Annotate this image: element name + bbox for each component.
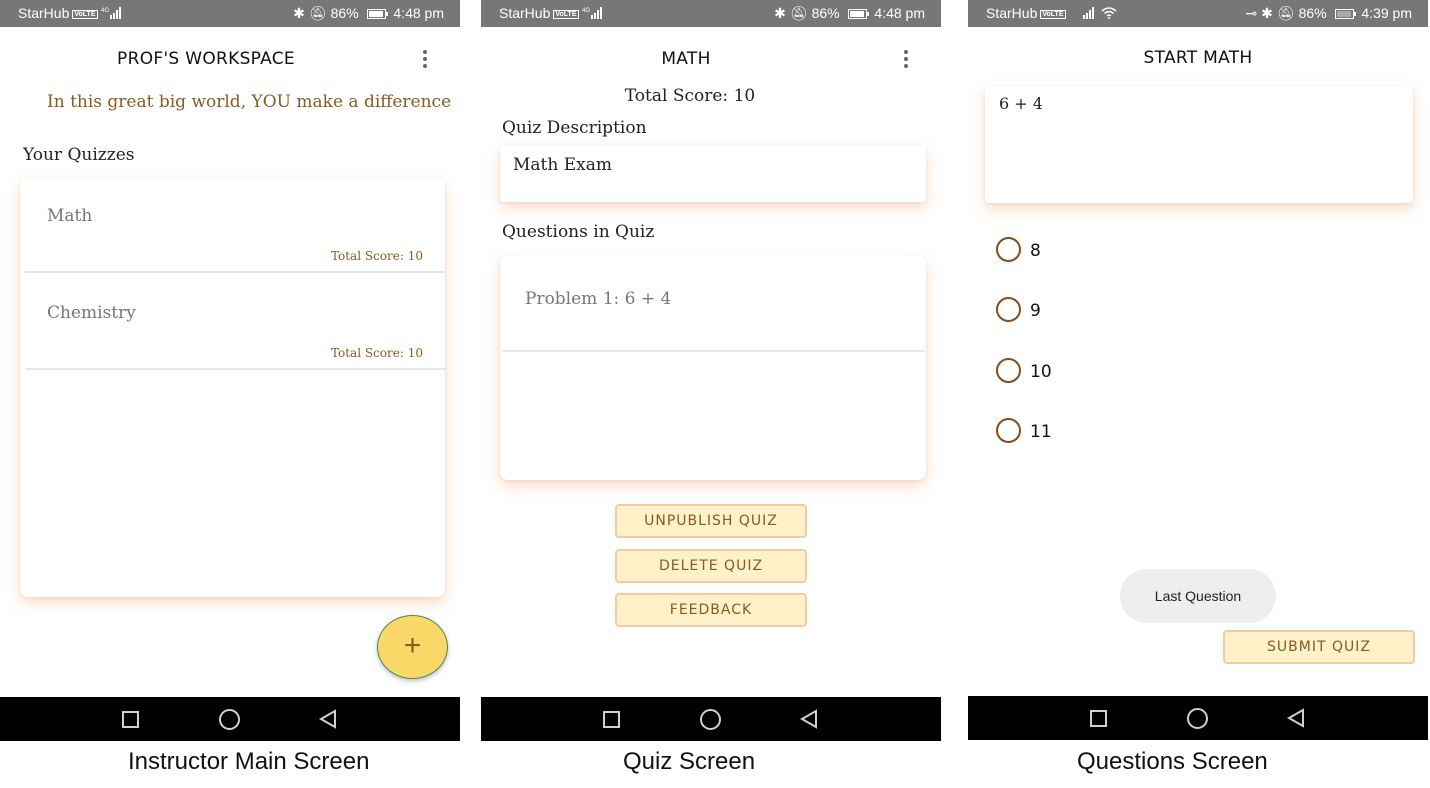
question-item[interactable]: Problem 1: 6 + 4	[503, 255, 925, 352]
clock: 4:48 pm	[393, 5, 444, 21]
question-list: Problem 1: 6 + 4	[500, 255, 926, 480]
nav-bar	[481, 697, 941, 741]
bluetooth-icon: ✱	[1261, 5, 1273, 21]
nav-bar	[0, 697, 460, 741]
questions-screen: StarHub VoLTE ⊸ ✱ 🔕︎ 86% 4:39 pm START MATH …	[968, 0, 1428, 741]
nav-bar	[968, 696, 1428, 740]
battery-percent: 86%	[330, 5, 359, 21]
carrier-info: StarHub VoLTE	[986, 5, 1117, 22]
circle-icon[interactable]	[1187, 708, 1208, 729]
feedback-button[interactable]: FEEDBACK	[615, 593, 807, 627]
signal-icon: 4G	[582, 6, 604, 22]
bluetooth-icon: ✱	[774, 5, 786, 21]
your-quizzes-label: Your Quizzes	[23, 145, 135, 165]
motto-text: In this great big world, YOU make a diff…	[47, 92, 452, 112]
circle-icon[interactable]	[219, 709, 240, 730]
kebab-menu-icon[interactable]	[422, 50, 428, 70]
quiz-name: Chemistry	[47, 303, 136, 323]
volte-icon: VoLTE	[72, 10, 98, 19]
caption-questions-screen: Questions Screen	[1077, 748, 1268, 775]
status-bar: StarHub VoLTE ⊸ ✱ 🔕︎ 86% 4:39 pm	[968, 0, 1428, 27]
radio-button[interactable]	[996, 418, 1021, 443]
total-score: Total Score: 10	[624, 86, 756, 106]
question-card: 6 + 4	[985, 86, 1413, 203]
signal-icon	[1082, 6, 1098, 22]
unpublish-quiz-button[interactable]: UNPUBLISH QUIZ	[615, 504, 807, 538]
mute-icon: 🔕︎	[308, 5, 327, 21]
toast-message: Last Question	[1120, 569, 1276, 623]
battery-percent: 86%	[1298, 5, 1327, 21]
circle-icon[interactable]	[700, 709, 721, 730]
caption-instructor-main-screen: Instructor Main Screen	[128, 748, 370, 775]
volte-icon: VoLTE	[553, 10, 579, 19]
carrier-name: StarHub	[18, 5, 70, 21]
option-label: 9	[1030, 301, 1041, 321]
page-title: MATH	[661, 49, 711, 69]
quiz-name: Math	[47, 206, 93, 226]
submit-quiz-button[interactable]: SUBMIT QUIZ	[1223, 630, 1415, 664]
battery-icon	[847, 9, 869, 19]
page-title: PROF'S WORKSPACE	[117, 49, 295, 69]
option-label: 10	[1030, 362, 1052, 382]
question-text: 6 + 4	[999, 94, 1043, 113]
quiz-description-value: Math Exam	[513, 155, 612, 175]
carrier-name: StarHub	[499, 5, 551, 21]
kebab-menu-icon[interactable]	[903, 50, 909, 70]
caption-quiz-screen: Quiz Screen	[623, 748, 756, 775]
radio-button[interactable]	[996, 297, 1021, 322]
clock: 4:48 pm	[874, 5, 925, 21]
square-icon[interactable]	[1090, 710, 1107, 727]
status-right: ✱ 🔕︎ 86% 4:48 pm	[770, 5, 925, 22]
carrier-info: StarHub VoLTE 4G	[18, 5, 123, 22]
quiz-description-field[interactable]: Math Exam	[500, 145, 926, 202]
question-text: Problem 1: 6 + 4	[525, 289, 672, 309]
square-icon[interactable]	[122, 711, 139, 728]
add-quiz-button[interactable]: +	[377, 615, 448, 679]
status-right: ⊸ ✱ 🔕︎ 86% 4:39 pm	[1241, 5, 1412, 22]
triangle-back-icon[interactable]	[799, 709, 819, 729]
quiz-list: Math Total Score: 10 Chemistry Total Sco…	[20, 178, 445, 597]
mute-icon: 🔕︎	[1276, 5, 1295, 21]
status-bar: StarHub VoLTE 4G ✱ 🔕︎ 86% 4:48 pm	[481, 0, 941, 27]
network-type: 4G	[582, 8, 590, 14]
radio-button[interactable]	[996, 237, 1021, 262]
quiz-score: Total Score: 10	[330, 249, 423, 263]
option-label: 8	[1030, 241, 1041, 261]
instructor-main-screen: StarHub VoLTE 4G ✱ 🔕︎ 86% 4:48 pm PROF'S WOR…	[0, 0, 460, 741]
volte-icon: VoLTE	[1040, 10, 1066, 19]
triangle-back-icon[interactable]	[318, 709, 338, 729]
questions-in-quiz-label: Questions in Quiz	[502, 222, 655, 242]
status-right: ✱ 🔕︎ 86% 4:48 pm	[289, 5, 444, 22]
option-label: 11	[1030, 422, 1052, 442]
quiz-screen: StarHub VoLTE 4G ✱ 🔕︎ 86% 4:48 pm MATH Total…	[481, 0, 941, 741]
network-type: 4G	[101, 8, 109, 14]
carrier-name: StarHub	[986, 5, 1038, 21]
battery-percent: 86%	[811, 5, 840, 21]
carrier-info: StarHub VoLTE 4G	[499, 5, 604, 22]
mute-icon: 🔕︎	[789, 5, 808, 21]
status-bar: StarHub VoLTE 4G ✱ 🔕︎ 86% 4:48 pm	[0, 0, 460, 27]
delete-quiz-button[interactable]: DELETE QUIZ	[615, 549, 807, 583]
quiz-item-chemistry[interactable]: Chemistry Total Score: 10	[25, 275, 445, 370]
key-icon: ⊸	[1245, 5, 1258, 21]
square-icon[interactable]	[603, 711, 620, 728]
signal-icon: 4G	[101, 6, 123, 22]
clock: 4:39 pm	[1361, 5, 1412, 21]
triangle-back-icon[interactable]	[1286, 708, 1306, 728]
quiz-description-label: Quiz Description	[502, 118, 647, 138]
wifi-icon	[1101, 6, 1117, 22]
radio-button[interactable]	[996, 358, 1021, 383]
battery-icon	[366, 9, 388, 19]
quiz-item-math[interactable]: Math Total Score: 10	[25, 178, 445, 273]
battery-charging-icon	[1334, 9, 1356, 19]
quiz-score: Total Score: 10	[330, 346, 423, 360]
page-title: START MATH	[1143, 48, 1253, 68]
bluetooth-icon: ✱	[293, 5, 305, 21]
